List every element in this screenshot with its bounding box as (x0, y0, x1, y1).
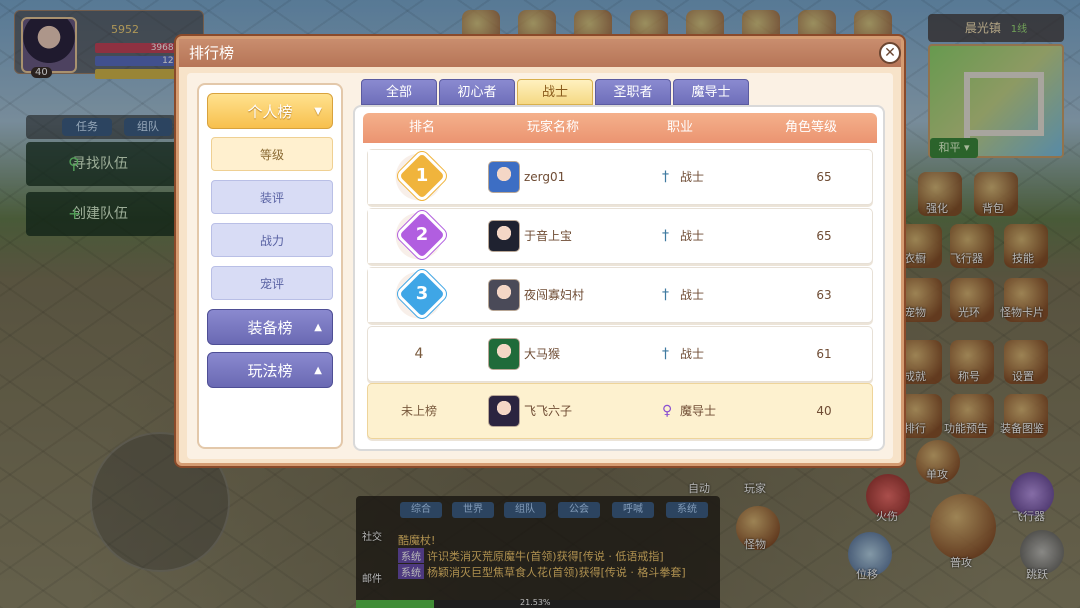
my-rank: 未上榜 (400, 404, 437, 418)
rank-cell: 2 (368, 209, 470, 263)
chevron-up-icon: ▲ (314, 365, 322, 376)
tab-all[interactable]: 全部 (361, 79, 437, 105)
table-header: 排名 玩家名称 职业 角色等级 (363, 113, 877, 143)
category-gameplay[interactable]: 玩法榜 ▲ (207, 352, 333, 388)
my-player-name: 飞飞六子 (524, 404, 573, 418)
my-rank-row[interactable]: 未上榜 飞飞六子 ♀ 魔导士 40 (367, 383, 873, 439)
rank-cell: 3 (368, 268, 470, 322)
warrior-class-icon: † (662, 228, 669, 244)
player-class: 战士 (680, 347, 705, 361)
table-row[interactable]: 4 大马猴 † 战士 61 (367, 326, 873, 382)
ranking-table: 排名 玩家名称 职业 角色等级 1 zerg01 † 战士 65 2 于音上宝 … (353, 105, 885, 451)
my-player-level: 40 (816, 404, 832, 418)
player-name: 大马猴 (524, 347, 561, 361)
tab-warrior[interactable]: 战士 (517, 79, 593, 105)
my-player-class: 魔导士 (680, 404, 717, 418)
rank-number: 3 (415, 283, 429, 304)
avatar[interactable] (488, 161, 520, 193)
column-class: 职业 (667, 120, 694, 135)
dialog-body: 个人榜 ▼ 等级 装评 战力 宠评 装备榜 ▲ 玩法榜 ▲ 全部 初心者 战士 … (187, 73, 893, 459)
tab-mage[interactable]: 魔导士 (673, 79, 749, 105)
player-level: 61 (816, 347, 832, 361)
category-personal[interactable]: 个人榜 ▼ (207, 93, 333, 129)
category-personal-label: 个人榜 (247, 103, 293, 121)
avatar[interactable] (488, 395, 520, 427)
player-level: 65 (816, 229, 832, 243)
avatar[interactable] (488, 279, 520, 311)
player-class: 战士 (680, 170, 705, 184)
chevron-up-icon: ▲ (314, 322, 322, 333)
table-row[interactable]: 3 夜闯寡妇村 † 战士 63 (367, 267, 873, 323)
player-name: 于音上宝 (524, 229, 573, 243)
player-level: 65 (816, 170, 832, 184)
avatar[interactable] (488, 220, 520, 252)
column-level: 角色等级 (785, 120, 838, 135)
subcategory-pet-score[interactable]: 宠评 (211, 266, 333, 300)
rank-number: 1 (415, 165, 429, 186)
close-button[interactable]: ✕ (879, 42, 901, 64)
tab-cleric[interactable]: 圣职者 (595, 79, 671, 105)
class-filter-tabs: 全部 初心者 战士 圣职者 魔导士 (361, 79, 761, 105)
tab-novice[interactable]: 初心者 (439, 79, 515, 105)
player-class: 战士 (680, 229, 705, 243)
avatar[interactable] (488, 338, 520, 370)
mage-class-icon: ♀ (662, 403, 673, 419)
subcategory-level[interactable]: 等级 (211, 137, 333, 171)
column-player-name: 玩家名称 (527, 120, 580, 135)
chevron-down-icon: ▼ (314, 106, 322, 117)
table-row[interactable]: 1 zerg01 † 战士 65 (367, 149, 873, 205)
warrior-class-icon: † (662, 287, 669, 303)
warrior-class-icon: † (662, 346, 669, 362)
table-row[interactable]: 2 于音上宝 † 战士 65 (367, 208, 873, 264)
rank-number: 2 (415, 224, 429, 245)
rank-cell: 1 (368, 150, 470, 204)
dialog-title: 排行榜 (179, 39, 901, 67)
ranking-category-menu: 个人榜 ▼ 等级 装评 战力 宠评 装备榜 ▲ 玩法榜 ▲ (197, 83, 343, 449)
subcategory-combat-power[interactable]: 战力 (211, 223, 333, 257)
category-gameplay-label: 玩法榜 (247, 362, 293, 380)
warrior-class-icon: † (662, 169, 669, 185)
player-name: zerg01 (524, 170, 566, 184)
rank-number: 4 (414, 346, 424, 362)
category-equipment-label: 装备榜 (247, 319, 293, 337)
category-equipment[interactable]: 装备榜 ▲ (207, 309, 333, 345)
ranking-dialog: 排行榜 ✕ 个人榜 ▼ 等级 装评 战力 宠评 装备榜 ▲ 玩法榜 ▲ 全部 初… (176, 36, 904, 466)
subcategory-equipment-score[interactable]: 装评 (211, 180, 333, 214)
player-name: 夜闯寡妇村 (524, 288, 585, 302)
player-class: 战士 (680, 288, 705, 302)
column-rank: 排名 (409, 120, 436, 135)
player-level: 63 (816, 288, 832, 302)
